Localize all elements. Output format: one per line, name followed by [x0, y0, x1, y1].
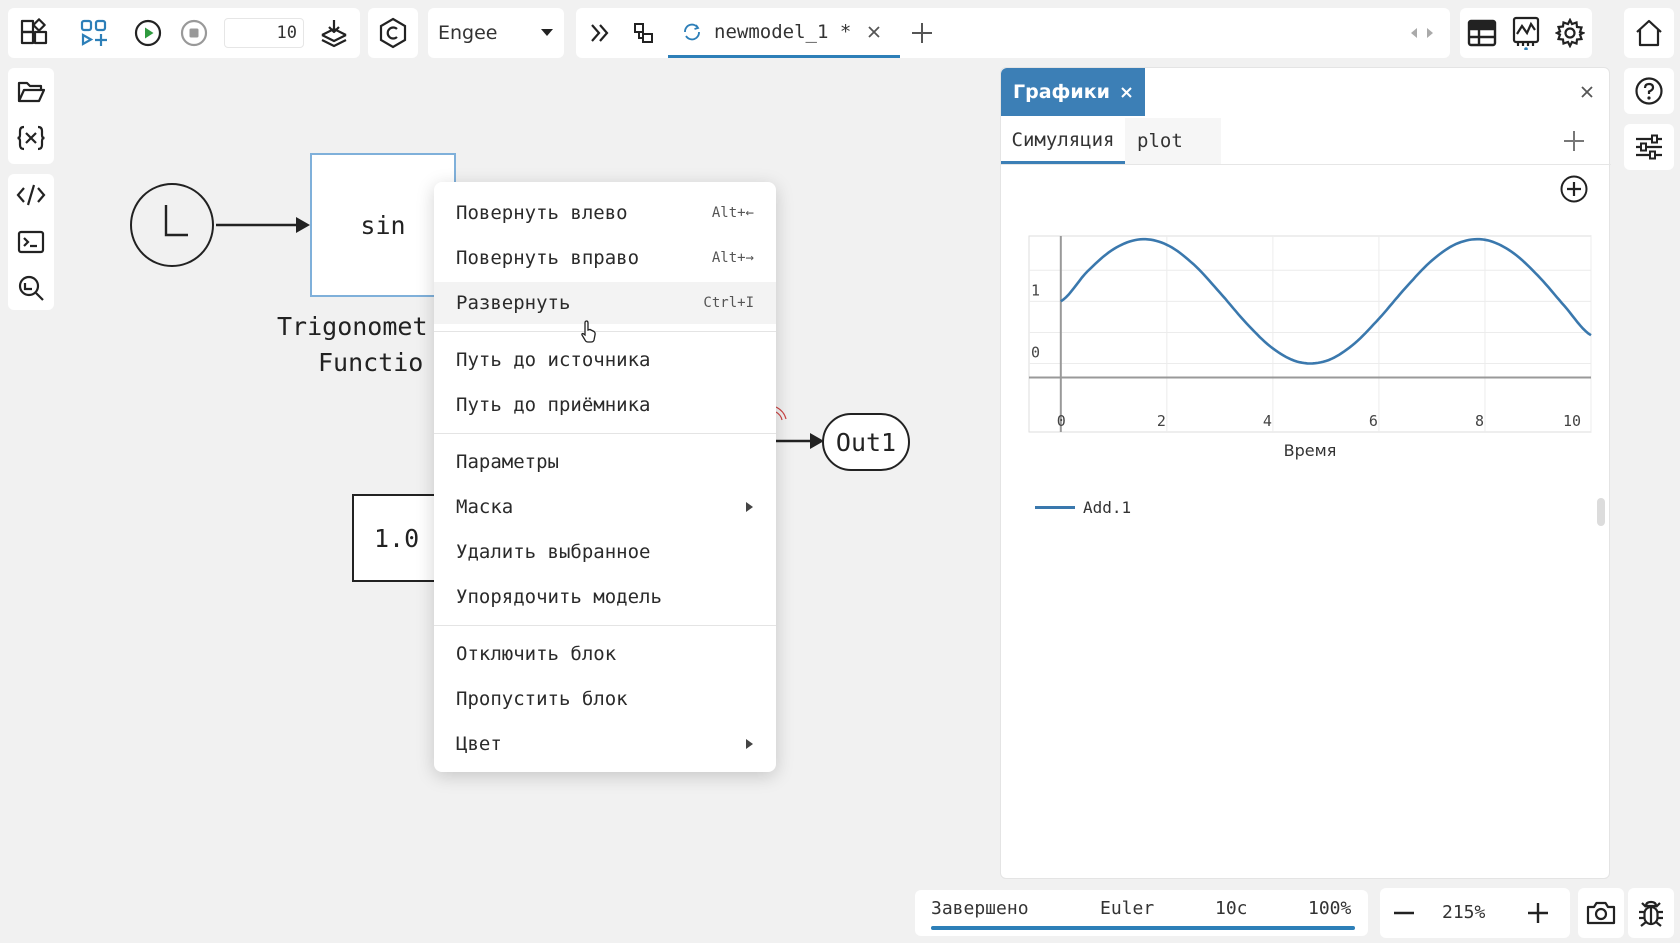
tab-plot[interactable]: plot: [1125, 118, 1221, 164]
trig-caption-line1: Trigonomet: [277, 312, 428, 341]
sin-block-label: sin: [360, 210, 406, 240]
screenshot-button[interactable]: [1578, 888, 1624, 938]
help-icon: [1629, 71, 1669, 111]
menu-item-label: Маска: [456, 496, 514, 518]
legend-swatch: [1035, 506, 1075, 509]
menu-separator: [434, 433, 776, 434]
menu-item-label: Упорядочить модель: [456, 586, 662, 608]
submenu-arrow-icon: [745, 738, 754, 750]
constant-block-label: 1.0: [374, 523, 420, 553]
plot-area: [1028, 235, 1592, 433]
menu-item-disable-block[interactable]: Отключить блок: [434, 633, 776, 675]
close-panel-icon[interactable]: [1573, 78, 1601, 106]
menu-item-label: Повернуть вправо: [456, 247, 640, 269]
menu-item-parameters[interactable]: Параметры: [434, 441, 776, 483]
menu-item-label: Развернуть: [456, 292, 571, 314]
menu-item-shortcut: Alt+←: [711, 205, 754, 221]
status-progress: 100%: [1308, 898, 1352, 919]
menu-separator: [434, 331, 776, 332]
menu-item-label: Удалить выбранное: [456, 541, 651, 563]
menu-item-label: Отключить блок: [456, 643, 617, 665]
menu-item-path-to-source[interactable]: Путь до источника: [434, 339, 776, 381]
mouse-cursor-icon: [581, 320, 596, 343]
x-tick-label: 6: [1369, 412, 1378, 430]
progress-track: [931, 926, 1355, 930]
tab-simulation-label: Симуляция: [1011, 128, 1115, 151]
panel-scrollbar[interactable]: [1597, 498, 1605, 526]
x-tick-label: 2: [1157, 412, 1166, 430]
x-tick-label: 0: [1057, 412, 1066, 430]
subtab-divider: [1001, 164, 1611, 165]
close-icon[interactable]: [1120, 86, 1133, 99]
plots-tab-label: Графики: [1013, 81, 1110, 103]
status-state: Завершено: [931, 898, 1029, 919]
x-tick-label: 8: [1475, 412, 1484, 430]
add-subtab-icon[interactable]: [1559, 126, 1589, 156]
menu-item-arrange-model[interactable]: Упорядочить модель: [434, 576, 776, 618]
zoom-control: 215%: [1380, 888, 1570, 938]
menu-item-flip[interactable]: Развернуть Ctrl+I: [434, 282, 776, 324]
bug-icon: [1631, 893, 1671, 933]
chart-legend: Add.1: [1035, 498, 1131, 517]
menu-item-label: Пропустить блок: [456, 688, 628, 710]
simulation-chart[interactable]: 010 2 4 6 8 10Время: [1001, 228, 1611, 478]
clock-icon: [164, 205, 188, 237]
menu-item-shortcut: Ctrl+I: [703, 295, 754, 311]
menu-item-label: Путь до приёмника: [456, 394, 651, 416]
simulation-status-bar: Завершено Euler 10с 100%: [915, 890, 1368, 936]
progress-fill: [931, 926, 1355, 930]
menu-item-path-to-receiver[interactable]: Путь до приёмника: [434, 384, 776, 426]
tab-simulation[interactable]: Симуляция: [1001, 118, 1125, 164]
zoom-out-icon[interactable]: [1386, 895, 1422, 931]
panel-settings-button[interactable]: [1624, 124, 1674, 170]
debug-button[interactable]: [1628, 888, 1674, 938]
x-tick-label: 10: [1563, 412, 1581, 430]
trig-caption-line2: Functio: [318, 348, 424, 377]
menu-item-label: Цвет: [456, 733, 502, 755]
tab-plot-label: plot: [1137, 130, 1183, 152]
x-axis-label: Время: [1284, 441, 1337, 460]
y-tick-label: 0: [1031, 344, 1040, 362]
status-time: 10с: [1215, 898, 1248, 919]
menu-item-rotate-right[interactable]: Повернуть вправо Alt+→: [434, 237, 776, 279]
x-tick-label: 4: [1263, 412, 1272, 430]
plots-panel: Графики Симуляция plot 0 1 0 2 4 6 8 10 Время Ad…: [1000, 67, 1611, 879]
menu-item-mask[interactable]: Маска: [434, 486, 776, 528]
menu-item-rotate-left[interactable]: Повернуть влево Alt+←: [434, 192, 776, 234]
out-port-block[interactable]: Out1: [822, 413, 910, 471]
menu-item-label: Параметры: [456, 451, 559, 473]
zoom-level: 215%: [1442, 902, 1486, 923]
out-port-label: Out1: [835, 427, 897, 457]
menu-item-color[interactable]: Цвет: [434, 723, 776, 765]
zoom-in-icon[interactable]: [1520, 895, 1556, 931]
help-button[interactable]: [1624, 68, 1674, 114]
clock-block[interactable]: [130, 183, 214, 267]
tab-plots[interactable]: Графики: [1001, 68, 1145, 116]
legend-label: Add.1: [1083, 498, 1132, 517]
menu-separator: [434, 625, 776, 626]
sliders-icon: [1629, 127, 1669, 167]
menu-item-delete-selected[interactable]: Удалить выбранное: [434, 531, 776, 573]
y-tick-label: 1: [1031, 281, 1040, 299]
add-plot-icon[interactable]: [1557, 172, 1591, 206]
menu-item-label: Путь до источника: [456, 349, 651, 371]
menu-item-skip-block[interactable]: Пропустить блок: [434, 678, 776, 720]
camera-icon: [1581, 893, 1621, 933]
status-solver: Euler: [1100, 898, 1155, 919]
menu-item-shortcut: Alt+→: [711, 250, 754, 266]
submenu-arrow-icon: [745, 501, 754, 513]
menu-item-label: Повернуть влево: [456, 202, 628, 224]
context-menu: Повернуть влево Alt+← Повернуть вправо A…: [434, 182, 776, 772]
